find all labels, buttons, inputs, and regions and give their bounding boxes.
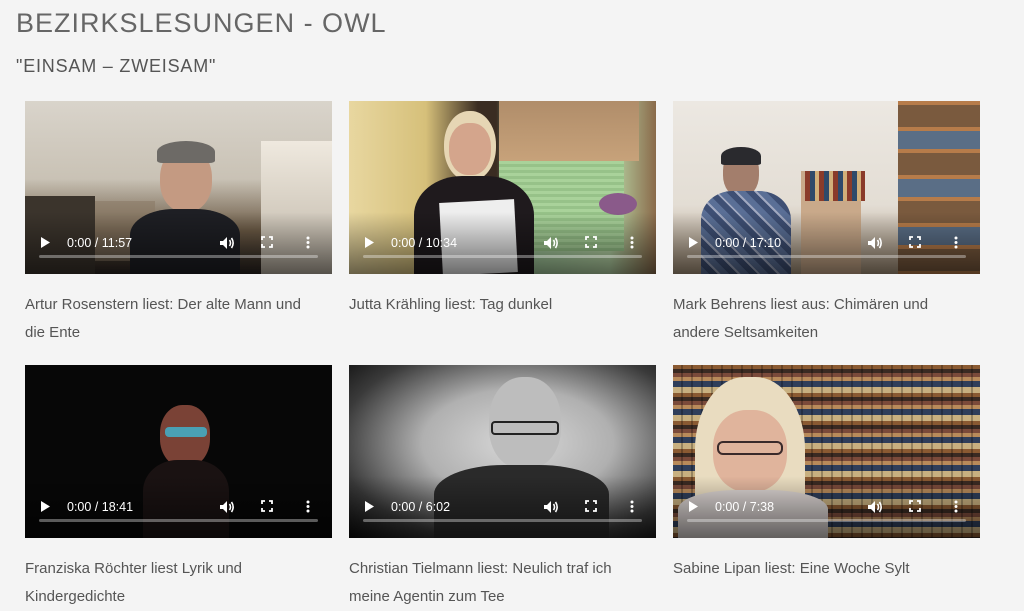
volume-icon[interactable] — [543, 492, 561, 522]
video-controls: 0:00 / 11:57 — [25, 212, 332, 274]
fullscreen-icon[interactable] — [585, 228, 601, 258]
video-card: 0:00 / 7:38 Sabine Lipan liest: Eine Woc… — [673, 365, 980, 608]
progress-bar[interactable] — [687, 255, 966, 258]
volume-icon[interactable] — [867, 228, 885, 258]
video-caption: Artur Rosenstern liest: Der alte Mann un… — [25, 296, 301, 341]
fullscreen-icon[interactable] — [261, 492, 277, 522]
video-caption: Franziska Röchter liest Lyrik und Kinder… — [25, 560, 243, 605]
volume-icon[interactable] — [543, 228, 561, 258]
play-icon[interactable] — [39, 228, 55, 258]
progress-bar[interactable] — [687, 519, 966, 522]
video-card: 0:00 / 18:41 Franziska Röchter liest Lyr… — [25, 365, 332, 608]
page-subtitle: "EINSAM – ZWEISAM" — [16, 56, 217, 76]
play-icon[interactable] — [363, 228, 379, 258]
volume-icon[interactable] — [219, 492, 237, 522]
progress-bar[interactable] — [39, 255, 318, 258]
more-vert-icon[interactable] — [954, 492, 964, 522]
more-vert-icon[interactable] — [630, 492, 640, 522]
more-vert-icon[interactable] — [306, 492, 316, 522]
more-vert-icon[interactable] — [306, 228, 316, 258]
video-card: 0:00 / 17:10 Mark Behrens liest aus: Chi… — [673, 101, 980, 365]
play-icon[interactable] — [687, 228, 703, 258]
video-player[interactable]: 0:00 / 7:38 — [673, 365, 980, 538]
volume-icon[interactable] — [219, 228, 237, 258]
video-card: 0:00 / 10:34 Jutta Krähling liest: Tag d… — [349, 101, 656, 365]
page-title: BEZIRKSLESUNGEN - OWL — [16, 8, 387, 38]
fullscreen-icon[interactable] — [585, 492, 601, 522]
video-caption: Sabine Lipan liest: Eine Woche Sylt — [673, 560, 910, 577]
video-caption: Jutta Krähling liest: Tag dunkel — [349, 296, 553, 313]
progress-bar[interactable] — [363, 519, 642, 522]
video-player[interactable]: 0:00 / 6:02 — [349, 365, 656, 538]
progress-bar[interactable] — [363, 255, 642, 258]
fullscreen-icon[interactable] — [909, 492, 925, 522]
play-icon[interactable] — [687, 492, 703, 522]
video-controls: 0:00 / 6:02 — [349, 476, 656, 538]
play-icon[interactable] — [39, 492, 55, 522]
video-card: 0:00 / 11:57 Artur Rosenstern liest: Der… — [25, 101, 332, 365]
video-player[interactable]: 0:00 / 18:41 — [25, 365, 332, 538]
progress-bar[interactable] — [39, 519, 318, 522]
fullscreen-icon[interactable] — [909, 228, 925, 258]
video-player[interactable]: 0:00 / 10:34 — [349, 101, 656, 274]
video-controls: 0:00 / 18:41 — [25, 476, 332, 538]
video-time: 0:00 / 17:10 — [715, 236, 782, 250]
video-player[interactable]: 0:00 / 17:10 — [673, 101, 980, 274]
video-card: 0:00 / 6:02 Christian Tielmann liest: Ne… — [349, 365, 656, 608]
video-controls: 0:00 / 10:34 — [349, 212, 656, 274]
more-vert-icon[interactable] — [954, 228, 964, 258]
more-vert-icon[interactable] — [630, 228, 640, 258]
play-icon[interactable] — [363, 492, 379, 522]
video-time: 0:00 / 11:57 — [67, 236, 133, 250]
volume-icon[interactable] — [867, 492, 885, 522]
video-controls: 0:00 / 17:10 — [673, 212, 980, 274]
video-controls: 0:00 / 7:38 — [673, 476, 980, 538]
fullscreen-icon[interactable] — [261, 228, 277, 258]
video-caption: Christian Tielmann liest: Neulich traf i… — [349, 560, 612, 605]
video-caption: Mark Behrens liest aus: Chimären und and… — [673, 296, 929, 341]
video-time: 0:00 / 10:34 — [391, 236, 458, 250]
video-player[interactable]: 0:00 / 11:57 — [25, 101, 332, 274]
video-grid: 0:00 / 11:57 Artur Rosenstern liest: Der… — [25, 101, 980, 608]
video-time: 0:00 / 6:02 — [391, 500, 451, 514]
video-time: 0:00 / 18:41 — [67, 500, 134, 514]
video-time: 0:00 / 7:38 — [715, 500, 775, 514]
